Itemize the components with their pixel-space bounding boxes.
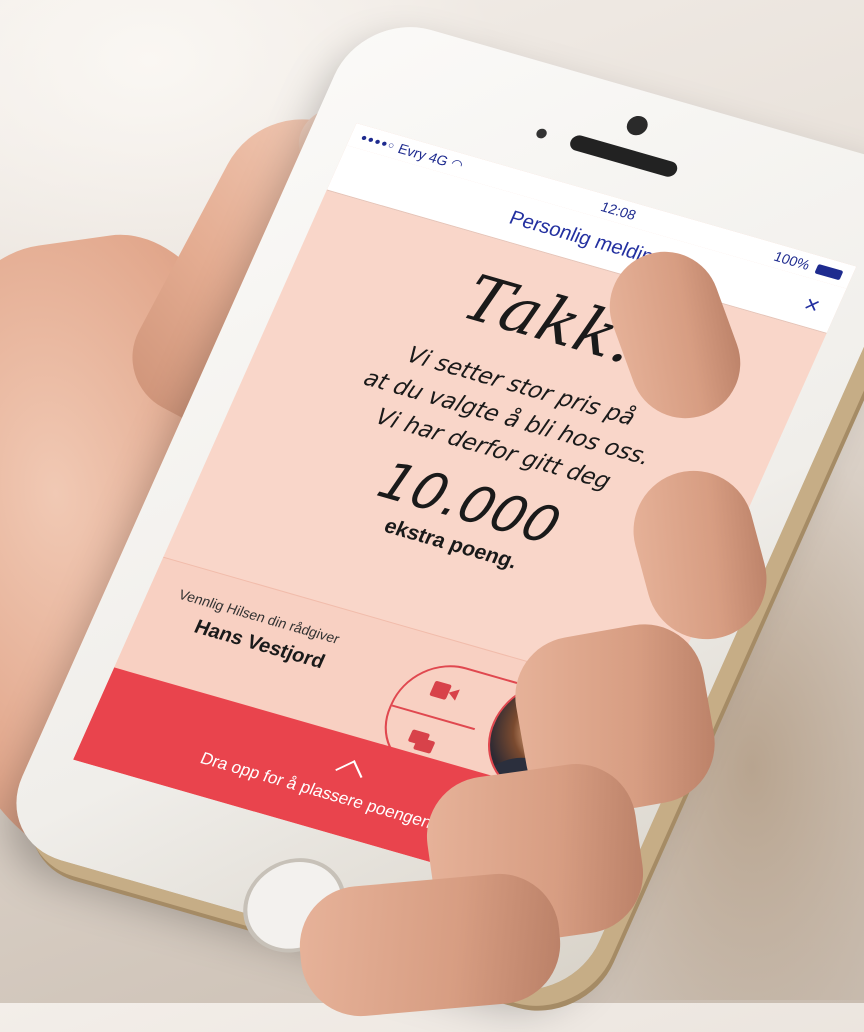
chevron-up-icon (335, 760, 363, 787)
close-icon[interactable]: × (799, 291, 825, 321)
battery-icon (814, 264, 844, 281)
hand-finger-5 (294, 868, 566, 1022)
chat-icon (405, 727, 441, 755)
video-icon (429, 680, 461, 703)
wifi-icon: ◠ (448, 155, 466, 173)
signal-icon: ●●●●○ (358, 131, 398, 152)
